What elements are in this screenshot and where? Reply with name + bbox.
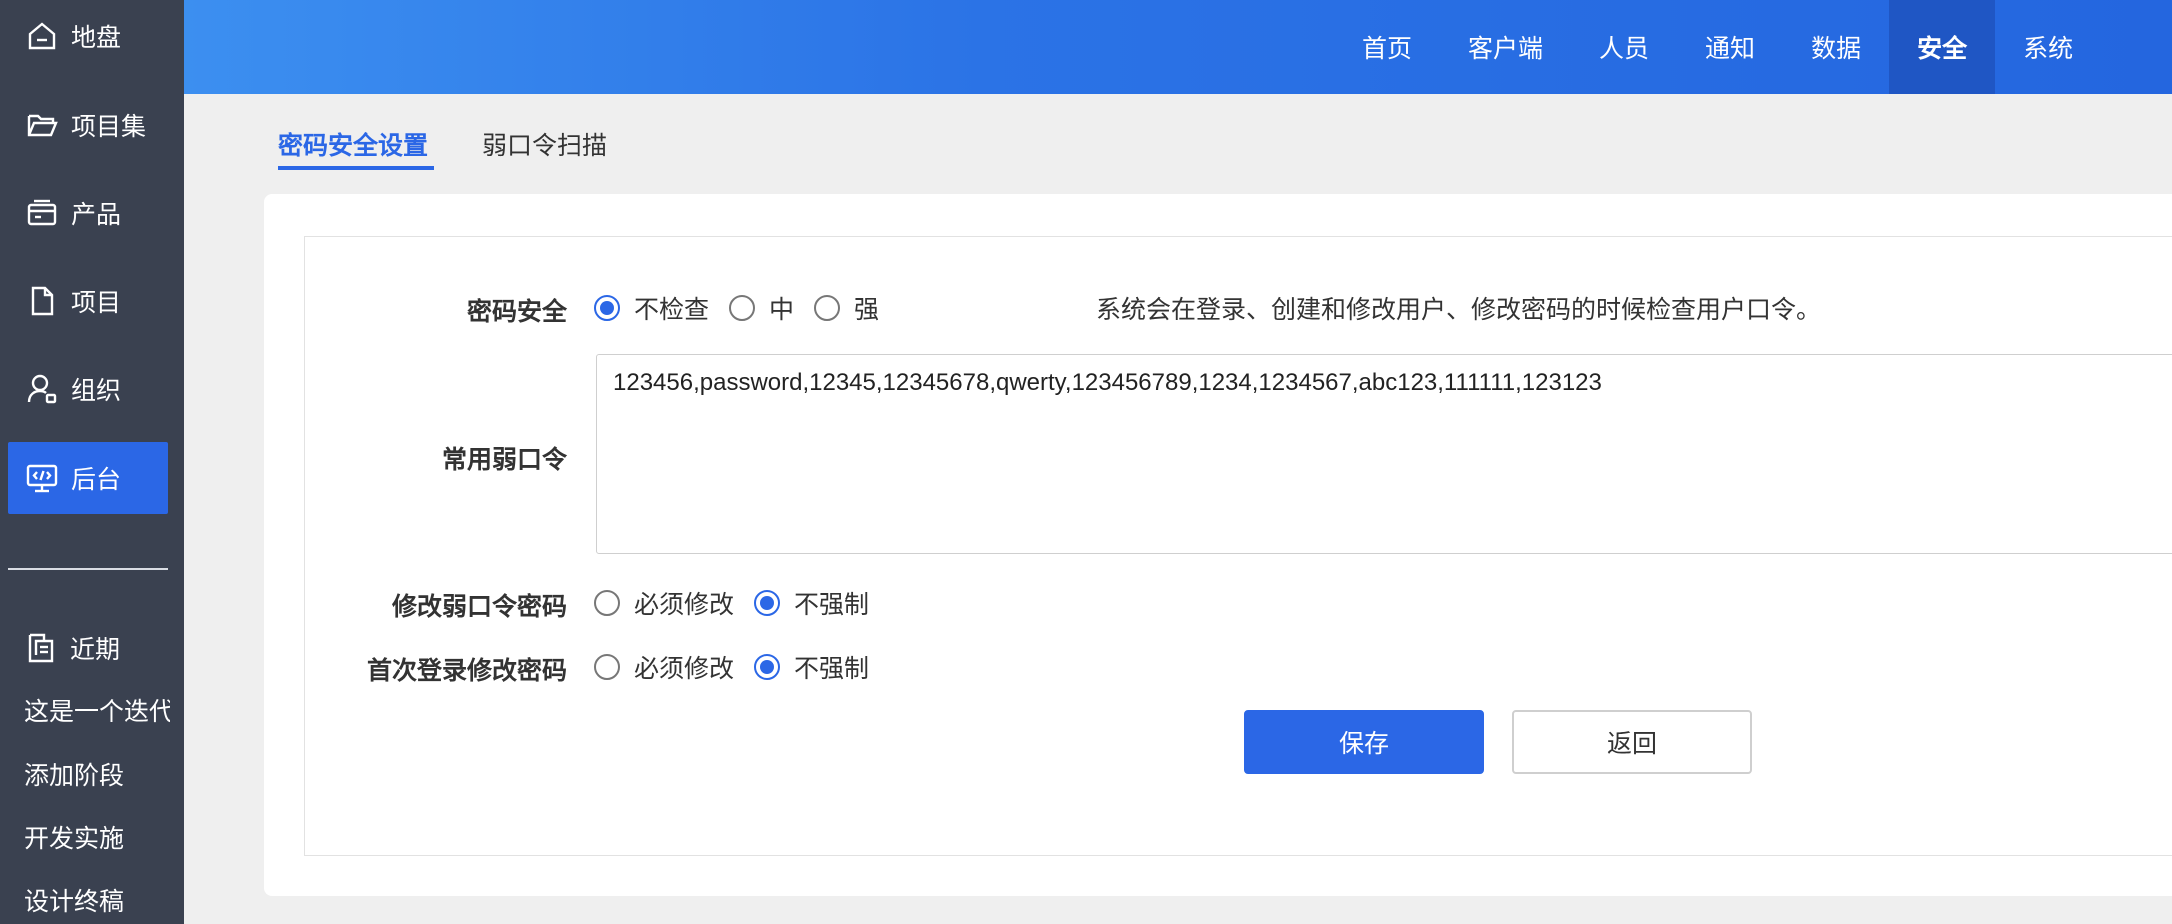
radio-circle	[754, 590, 781, 616]
tab-password-settings[interactable]: 密码安全设置	[278, 126, 428, 162]
sidebar-item-dashboard[interactable]: 地盘	[8, 0, 168, 72]
radio-label: 不强制	[794, 654, 870, 683]
radio-circle	[594, 590, 620, 616]
recent-header[interactable]: 近期	[24, 630, 120, 666]
top-nav: 首页 客户端 人员 通知 数据 安全 系统	[1334, 0, 2101, 94]
recent-item[interactable]: 设计终稿	[24, 882, 170, 918]
radio-medium[interactable]: 中	[729, 290, 794, 326]
topnav-notice[interactable]: 通知	[1677, 0, 1783, 94]
radio-circle	[594, 295, 620, 321]
tab-weak-scan[interactable]: 弱口令扫描	[482, 126, 607, 162]
product-icon	[25, 196, 59, 230]
first-login-options: 必须修改 不强制	[594, 649, 889, 685]
radio-label: 必须修改	[634, 590, 735, 619]
first-login-label: 首次登录修改密码	[366, 656, 567, 685]
change-weak-label: 修改弱口令密码	[391, 592, 567, 621]
radio-label: 不检查	[634, 295, 710, 324]
radio-first-login-optional[interactable]: 不强制	[754, 649, 869, 685]
top-bar: 首页 客户端 人员 通知 数据 安全 系统	[184, 0, 2172, 94]
recent-item[interactable]: 这是一个迭代	[24, 692, 170, 728]
back-button[interactable]: 返回	[1512, 710, 1752, 774]
recent-item[interactable]: 添加阶段	[24, 756, 170, 792]
radio-change-weak-optional[interactable]: 不强制	[754, 585, 869, 621]
password-security-hint: 系统会在登录、创建和修改用户、修改密码的时候检查用户口令。	[1096, 295, 1822, 324]
radio-label: 强	[854, 295, 880, 324]
radio-circle	[729, 295, 756, 321]
radio-label: 不强制	[794, 590, 870, 619]
sidebar-item-label: 产品	[71, 200, 122, 229]
home-icon	[25, 19, 59, 53]
topnav-client[interactable]: 客户端	[1440, 0, 1571, 94]
sidebar-item-label: 项目集	[71, 112, 147, 141]
sidebar-divider	[8, 568, 168, 570]
radio-strong[interactable]: 强	[814, 290, 879, 326]
topnav-people[interactable]: 人员	[1571, 0, 1677, 94]
sidebar-item-label: 后台	[71, 465, 122, 494]
radio-label: 中	[769, 295, 795, 324]
password-security-options: 不检查 中 强	[594, 290, 899, 326]
password-security-label: 密码安全	[466, 297, 567, 326]
save-button[interactable]: 保存	[1244, 710, 1484, 774]
radio-change-weak-required[interactable]: 必须修改	[594, 585, 734, 621]
sidebar-item-label: 项目	[71, 288, 122, 317]
recent-label: 近期	[70, 635, 121, 664]
topnav-home[interactable]: 首页	[1334, 0, 1440, 94]
common-weak-label: 常用弱口令	[441, 445, 567, 474]
radio-label: 必须修改	[634, 654, 735, 683]
document-icon	[25, 284, 59, 318]
radio-circle	[754, 654, 781, 680]
sidebar-item-program[interactable]: 项目集	[8, 89, 168, 161]
sidebar-item-project[interactable]: 项目	[8, 265, 168, 337]
sidebar-item-label: 地盘	[71, 23, 122, 52]
sidebar: 地盘 项目集 产品 项目 组织 后台 近期 这是一个迭代 添加阶段 开发实施 设…	[0, 0, 184, 924]
radio-circle	[594, 654, 620, 680]
folder-open-icon	[25, 108, 59, 142]
active-tab-indicator	[278, 166, 434, 170]
change-weak-options: 必须修改 不强制	[594, 585, 889, 621]
topnav-security[interactable]: 安全	[1889, 0, 1996, 94]
sidebar-item-label: 组织	[71, 376, 122, 405]
sidebar-item-organization[interactable]: 组织	[8, 353, 168, 425]
sidebar-item-admin[interactable]: 后台	[8, 442, 168, 514]
user-icon	[25, 372, 59, 406]
monitor-code-icon	[25, 461, 59, 495]
topnav-system[interactable]: 系统	[1995, 0, 2101, 94]
common-weak-textarea[interactable]: 123456,password,12345,12345678,qwerty,12…	[596, 354, 2172, 554]
recent-icon	[24, 631, 58, 665]
radio-circle	[814, 295, 841, 321]
radio-first-login-required[interactable]: 必须修改	[594, 649, 734, 685]
sidebar-item-product[interactable]: 产品	[8, 177, 168, 249]
topnav-data[interactable]: 数据	[1783, 0, 1889, 94]
recent-item[interactable]: 开发实施	[24, 819, 170, 855]
radio-no-check[interactable]: 不检查	[594, 290, 709, 326]
